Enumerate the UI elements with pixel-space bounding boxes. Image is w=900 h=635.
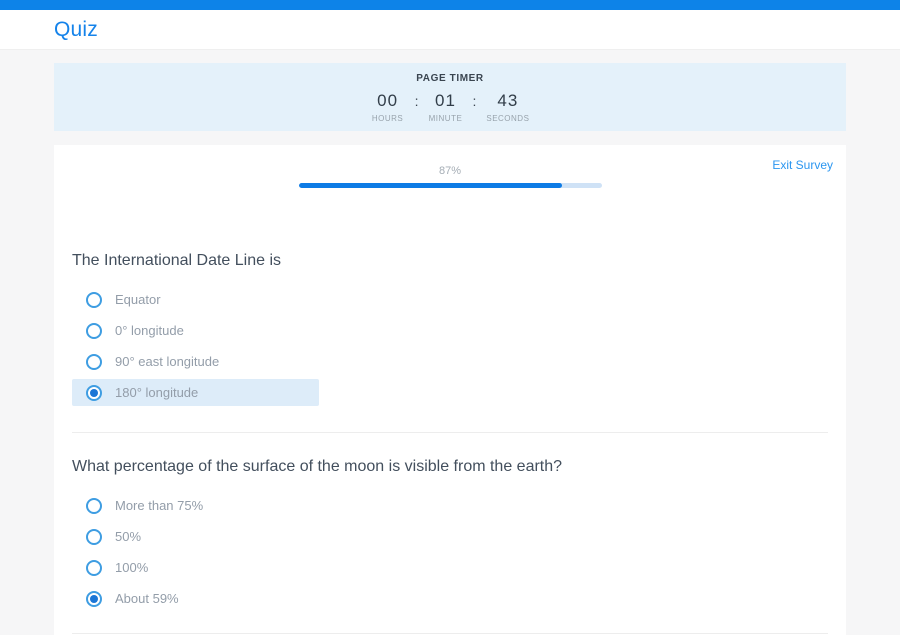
- question-2-title: What percentage of the surface of the mo…: [72, 458, 828, 476]
- radio-button[interactable]: [86, 323, 102, 339]
- option-label: 50%: [115, 529, 141, 544]
- radio-button[interactable]: [86, 292, 102, 308]
- option-100[interactable]: 100%: [72, 554, 319, 581]
- question-1-options: Equator 0° longitude 90° east longitude …: [72, 286, 828, 406]
- option-more-than-75[interactable]: More than 75%: [72, 492, 319, 519]
- bottom-divider: [72, 633, 828, 634]
- timer-minutes-unit: 01 MINUTE: [428, 91, 462, 123]
- timer-hours-value: 00: [377, 91, 398, 111]
- question-2-options: More than 75% 50% 100% About 59%: [72, 492, 828, 612]
- survey-card: Exit Survey 87% The International Date L…: [54, 145, 846, 635]
- timer-minutes-label: MINUTE: [429, 114, 463, 123]
- main-content: PAGE TIMER 00 HOURS : 01 MINUTE : 43 SEC…: [0, 63, 900, 635]
- question-1-title: The International Date Line is: [72, 252, 828, 270]
- progress-percent-label: 87%: [299, 165, 602, 177]
- option-label: 180° longitude: [115, 385, 198, 400]
- option-label: More than 75%: [115, 498, 203, 513]
- timer-colon: :: [472, 93, 476, 109]
- option-about-59[interactable]: About 59%: [72, 585, 319, 612]
- radio-button[interactable]: [86, 560, 102, 576]
- progress-track: [299, 183, 602, 188]
- timer-hours-label: HOURS: [372, 114, 403, 123]
- app-header: Quiz: [0, 10, 900, 50]
- question-divider: [72, 432, 828, 433]
- question-1: The International Date Line is Equator 0…: [54, 252, 846, 406]
- page-timer: PAGE TIMER 00 HOURS : 01 MINUTE : 43 SEC…: [54, 63, 846, 131]
- timer-seconds-unit: 43 SECONDS: [486, 91, 529, 123]
- timer-display: 00 HOURS : 01 MINUTE : 43 SECONDS: [371, 91, 530, 123]
- timer-hours-unit: 00 HOURS: [371, 91, 405, 123]
- radio-button[interactable]: [86, 354, 102, 370]
- option-label: 0° longitude: [115, 323, 184, 338]
- radio-button[interactable]: [86, 529, 102, 545]
- progress-fill: [299, 183, 563, 188]
- question-2: What percentage of the surface of the mo…: [54, 458, 846, 612]
- option-0-longitude[interactable]: 0° longitude: [72, 317, 319, 344]
- option-90-east-longitude[interactable]: 90° east longitude: [72, 348, 319, 375]
- radio-button[interactable]: [86, 591, 102, 607]
- exit-survey-link[interactable]: Exit Survey: [772, 158, 833, 172]
- option-50[interactable]: 50%: [72, 523, 319, 550]
- page-title: Quiz: [54, 18, 98, 42]
- radio-button[interactable]: [86, 498, 102, 514]
- timer-seconds-value: 43: [497, 91, 518, 111]
- option-equator[interactable]: Equator: [72, 286, 319, 313]
- timer-title: PAGE TIMER: [416, 73, 483, 84]
- top-accent-bar: [0, 0, 900, 10]
- option-label: 100%: [115, 560, 148, 575]
- option-180-longitude[interactable]: 180° longitude: [72, 379, 319, 406]
- survey-progress: 87%: [299, 165, 602, 188]
- option-label: Equator: [115, 292, 161, 307]
- option-label: About 59%: [115, 591, 179, 606]
- timer-colon: :: [415, 93, 419, 109]
- timer-minutes-value: 01: [435, 91, 456, 111]
- option-label: 90° east longitude: [115, 354, 219, 369]
- timer-seconds-label: SECONDS: [486, 114, 529, 123]
- radio-button[interactable]: [86, 385, 102, 401]
